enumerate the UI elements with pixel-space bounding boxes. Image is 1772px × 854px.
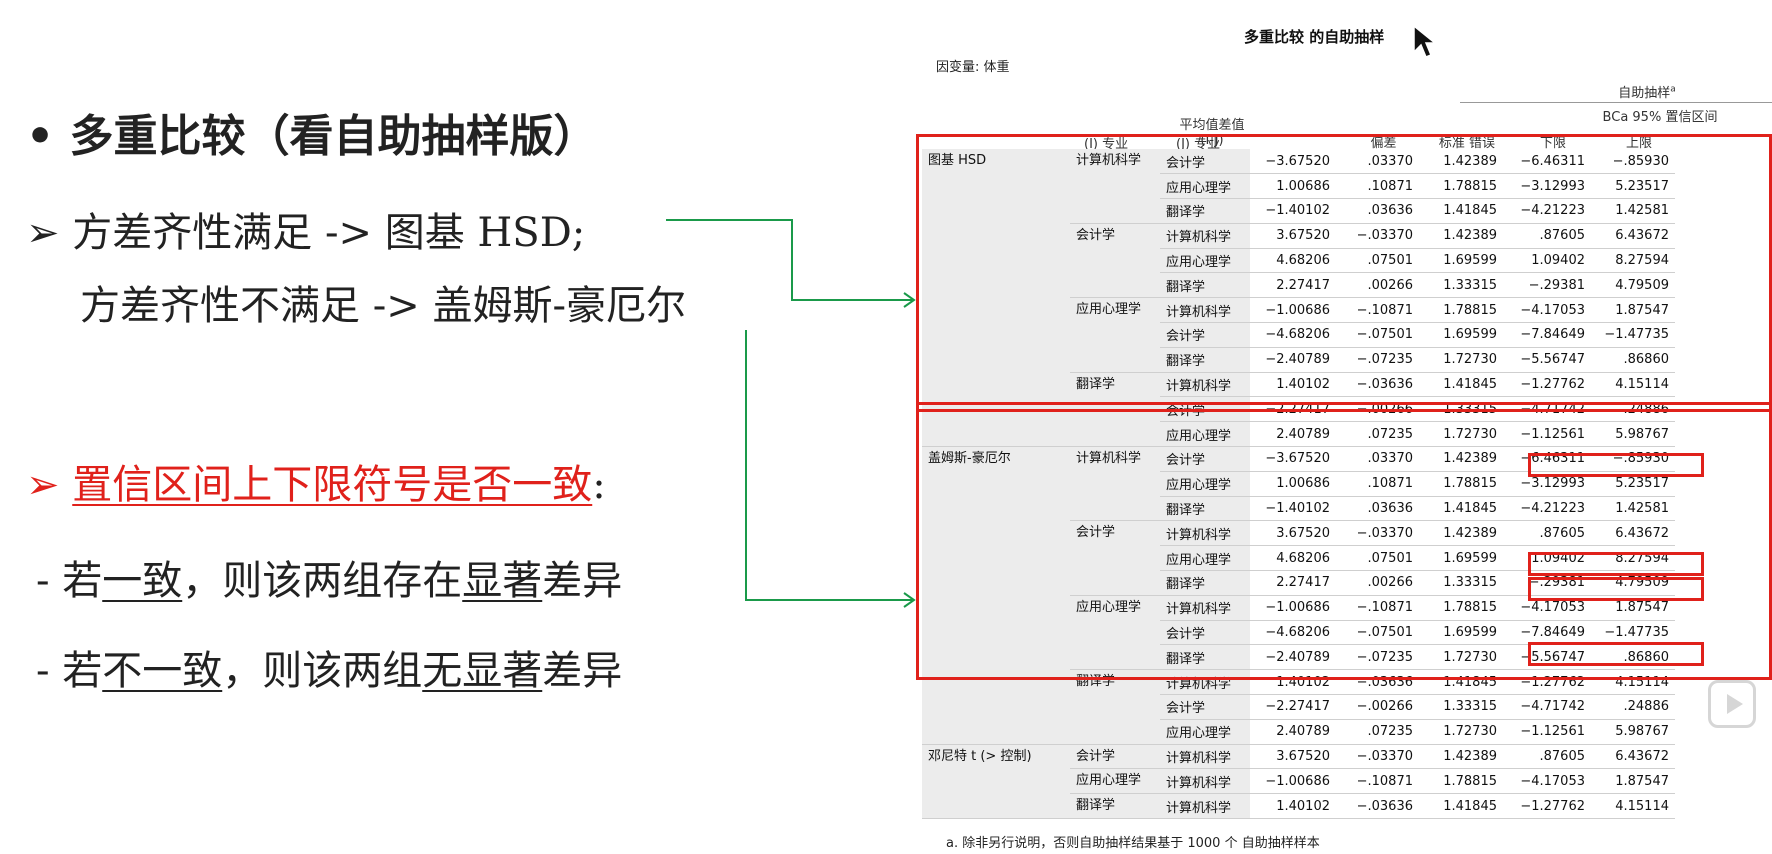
- value-cell: .87605: [1503, 744, 1591, 770]
- table-row: 邓尼特 t (> 控制) 会计学 计算机科学 3.67520 −.03370 1.4238…: [922, 744, 1675, 820]
- value-cell: −.03636: [1336, 793, 1419, 820]
- highlight-cell-1: [1528, 453, 1704, 477]
- value-cell: 1.42389: [1419, 744, 1503, 770]
- value-cell: −4.71742: [1503, 694, 1591, 720]
- i-major-label: 会计学: [1070, 744, 1160, 770]
- highlight-cell-2: [1528, 552, 1704, 576]
- highlight-cell-4: [1528, 642, 1704, 666]
- value-cell: −2.27417: [1250, 694, 1336, 720]
- value-cell: 3.67520: [1250, 744, 1336, 770]
- connector-gh-arrow: [745, 330, 912, 601]
- table-footnote: a. 除非另行说明，否则自助抽样结果基于 1000 个 自助抽样样本: [946, 836, 1320, 851]
- value-cell: −.03370: [1336, 744, 1419, 770]
- highlight-cell-3: [1528, 577, 1704, 601]
- i-major-label: 翻译学: [1070, 793, 1160, 820]
- header-bootstrap: 自助抽样a: [1618, 84, 1676, 101]
- header-ci: BCa 95% 置信区间: [1602, 110, 1718, 125]
- j-major-cell: 会计学: [1160, 694, 1250, 720]
- i-major-label: 翻译学: [1070, 669, 1160, 745]
- dependent-variable: 因变量: 体重: [936, 60, 1010, 75]
- connector-hsd-arrow: [666, 219, 912, 301]
- value-cell: 2.40789: [1250, 719, 1336, 745]
- highlight-box-games-howell: [916, 402, 1772, 680]
- j-major-cell: 计算机科学: [1160, 744, 1250, 770]
- value-cell: −.00266: [1336, 694, 1419, 720]
- value-cell: .07235: [1336, 719, 1419, 745]
- value-cell: −.10871: [1336, 768, 1419, 795]
- value-cell: 1.33315: [1419, 694, 1503, 720]
- group-label: 邓尼特 t (> 控制): [922, 744, 1070, 820]
- j-major-cell: 应用心理学: [1160, 719, 1250, 745]
- value-cell: −1.00686: [1250, 768, 1336, 795]
- value-cell: 1.41845: [1419, 793, 1503, 820]
- value-cell: −1.27762: [1503, 793, 1591, 820]
- value-cell: 1.78815: [1419, 768, 1503, 795]
- value-cell: 1.72730: [1419, 719, 1503, 745]
- value-cell: 4.15114: [1591, 793, 1675, 820]
- j-major-cell: 计算机科学: [1160, 768, 1250, 795]
- value-cell: 1.87547: [1591, 768, 1675, 795]
- mouse-cursor-icon: [1413, 24, 1438, 58]
- table-title: 多重比较 的自助抽样: [1244, 28, 1385, 46]
- i-major-label: 应用心理学: [1070, 768, 1160, 795]
- play-button[interactable]: [1708, 680, 1756, 728]
- value-cell: 6.43672: [1591, 744, 1675, 770]
- value-cell: 1.40102: [1250, 793, 1336, 820]
- value-cell: .24886: [1591, 694, 1675, 720]
- value-cell: 5.98767: [1591, 719, 1675, 745]
- bootstrap-table-panel: 多重比较 的自助抽样 因变量: 体重 自助抽样a BCa 95% 置信区间 平均…: [916, 16, 1772, 854]
- highlight-box-hsd: [916, 134, 1772, 412]
- j-major-cell: 计算机科学: [1160, 793, 1250, 820]
- value-cell: −4.17053: [1503, 768, 1591, 795]
- value-cell: −1.12561: [1503, 719, 1591, 745]
- header-rule: [1460, 102, 1772, 103]
